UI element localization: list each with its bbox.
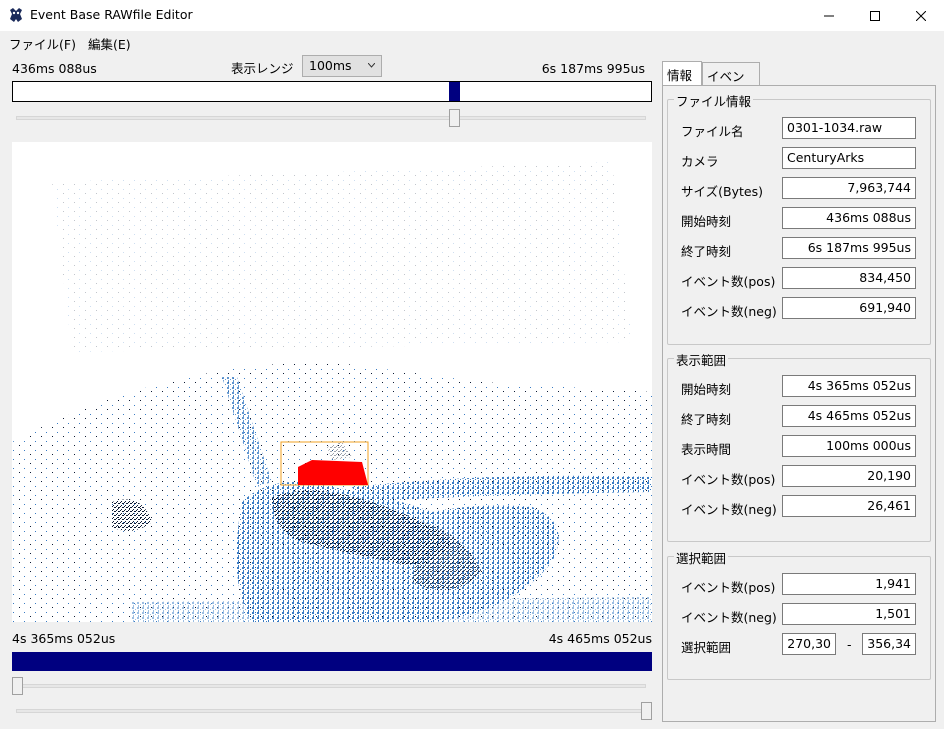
range-select-value: 100ms [309,58,352,73]
overview-timeline[interactable] [12,81,652,102]
disp-neg-label: イベント数(neg) [681,502,777,517]
tab-info[interactable]: 情報 [662,61,702,86]
file-end-field[interactable]: 6s 187ms 995us [782,237,916,259]
disp-end-field[interactable]: 4s 465ms 052us [782,405,916,427]
start-slider-thumb[interactable] [12,677,23,695]
close-icon [916,10,926,21]
sel-pos-label: イベント数(pos) [681,580,776,595]
info-tab-panel: ファイル情報 ファイル名 0301-1034.raw カメラ CenturyAr… [662,85,936,722]
maximize-icon [870,10,880,21]
selection-start-time: 4s 365ms 052us [12,631,116,646]
selected-range-title: 選択範囲 [674,548,729,567]
window-title: Event Base RAWfile Editor [30,7,193,22]
sel-range-from-field[interactable]: 270,30 [782,633,836,655]
file-end-label: 終了時刻 [681,244,732,259]
sel-range-to-field[interactable]: 356,34 [862,633,916,655]
minimize-icon [824,15,834,16]
selection-timeline[interactable] [12,652,652,671]
start-slider-track[interactable] [16,684,646,688]
chevron-down-icon [368,63,375,68]
file-pos-label: イベント数(pos) [681,274,776,289]
sel-range-label: 選択範囲 [681,640,732,655]
sel-neg-field[interactable]: 1,501 [782,603,916,625]
overview-position-marker[interactable] [449,82,460,101]
minimize-button[interactable] [806,0,852,31]
file-neg-label: イベント数(neg) [681,304,777,319]
end-slider-thumb[interactable] [641,702,652,720]
camera-field[interactable]: CenturyArks [782,147,916,169]
tab-info-label: 情報 [667,68,693,83]
display-range-group: 表示範囲 開始時刻 4s 365ms 052us 終了時刻 4s 465ms 0… [667,350,931,542]
close-button[interactable] [898,0,944,31]
size-label: サイズ(Bytes) [681,184,763,199]
menu-edit[interactable]: 編集(E) [88,34,131,53]
disp-pos-field[interactable]: 20,190 [782,465,916,487]
file-start-field[interactable]: 436ms 088us [782,207,916,229]
disp-end-label: 終了時刻 [681,412,732,427]
sel-neg-label: イベント数(neg) [681,610,777,625]
disp-start-field[interactable]: 4s 365ms 052us [782,375,916,397]
disp-pos-label: イベント数(pos) [681,472,776,487]
camera-label: カメラ [681,154,719,169]
tab-events[interactable]: イベント [702,62,760,103]
disp-start-label: 開始時刻 [681,382,732,397]
range-separator: - [847,637,852,652]
menu-file[interactable]: ファイル(F) [9,34,76,53]
event-scatter-image [12,162,652,622]
file-start-label: 開始時刻 [681,214,732,229]
range-select[interactable]: 100ms [302,55,382,77]
file-name-field[interactable]: 0301-1034.raw [782,117,916,139]
range-label: 表示レンジ [231,61,294,76]
menu-bar: ファイル(F) 編集(E) [0,31,944,53]
overview-slider-thumb[interactable] [449,109,460,127]
size-field[interactable]: 7,963,744 [782,177,916,199]
file-neg-field[interactable]: 691,940 [782,297,916,319]
display-range-title: 表示範囲 [674,350,729,369]
file-name-label: ファイル名 [681,124,744,139]
sel-pos-field[interactable]: 1,941 [782,573,916,595]
file-pos-field[interactable]: 834,450 [782,267,916,289]
range-end-time: 6s 187ms 995us [541,61,645,76]
overview-slider-track[interactable] [16,116,646,120]
end-slider-track[interactable] [16,709,646,713]
disp-duration-label: 表示時間 [681,442,732,457]
selected-range-group: 選択範囲 イベント数(pos) 1,941 イベント数(neg) 1,501 選… [667,548,931,680]
app-logo-icon [10,8,22,22]
file-info-title: ファイル情報 [674,91,754,110]
file-info-group: ファイル情報 ファイル名 0301-1034.raw カメラ CenturyAr… [667,91,931,345]
event-view-canvas[interactable] [12,142,652,622]
selection-end-time: 4s 465ms 052us [548,631,652,646]
maximize-button[interactable] [852,0,898,31]
disp-neg-field[interactable]: 26,461 [782,495,916,517]
range-start-time: 436ms 088us [12,61,97,76]
title-bar: Event Base RAWfile Editor [0,0,944,31]
disp-duration-field[interactable]: 100ms 000us [782,435,916,457]
